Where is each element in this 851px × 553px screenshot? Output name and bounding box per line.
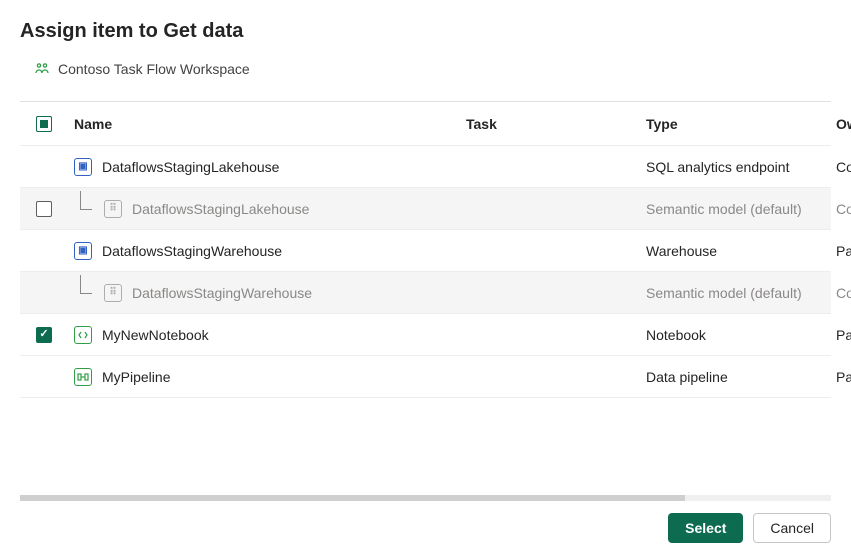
item-type: Semantic model (default)	[640, 193, 830, 225]
workspace-breadcrumb: Contoso Task Flow Workspace	[34, 61, 831, 77]
table-header-row: Name Task Type Ow	[20, 102, 831, 146]
cancel-button[interactable]: Cancel	[753, 513, 831, 543]
table-row[interactable]: ▣ DataflowsStagingLakehouse SQL analytic…	[20, 146, 831, 188]
table-row[interactable]: MyNewNotebook Notebook Pau	[20, 314, 831, 356]
table-row[interactable]: ▣ DataflowsStagingWarehouse Warehouse Pa…	[20, 230, 831, 272]
col-name[interactable]: Name	[68, 108, 460, 140]
item-name: MyPipeline	[102, 369, 170, 385]
row-checkbox[interactable]	[36, 327, 52, 343]
item-name: MyNewNotebook	[102, 327, 209, 343]
item-task	[460, 201, 640, 217]
item-task	[460, 327, 640, 343]
item-type: Notebook	[640, 319, 830, 351]
dialog-footer: Select Cancel	[20, 513, 831, 543]
workspace-icon	[34, 61, 50, 77]
item-type: SQL analytics endpoint	[640, 151, 830, 183]
item-owner: Co	[830, 277, 851, 309]
item-owner: Co	[830, 151, 851, 183]
item-type: Warehouse	[640, 235, 830, 267]
dialog-title: Assign item to Get data	[20, 20, 831, 43]
col-type[interactable]: Type	[640, 108, 830, 140]
table-row[interactable]: MyPipeline Data pipeline Pau	[20, 356, 831, 398]
semantic-model-icon: ⠿	[104, 284, 122, 302]
warehouse-icon: ▣	[74, 242, 92, 260]
item-task	[460, 243, 640, 259]
item-name: DataflowsStagingLakehouse	[132, 201, 309, 217]
pipeline-icon	[74, 368, 92, 386]
item-name: DataflowsStagingWarehouse	[102, 243, 282, 259]
item-task	[460, 285, 640, 301]
item-task	[460, 369, 640, 385]
item-owner: Pau	[830, 361, 851, 393]
workspace-name: Contoso Task Flow Workspace	[58, 61, 250, 77]
notebook-icon	[74, 326, 92, 344]
tree-connector-icon	[74, 283, 94, 303]
lakehouse-icon: ▣	[74, 158, 92, 176]
horizontal-scrollbar[interactable]	[20, 495, 831, 501]
item-name: DataflowsStagingLakehouse	[102, 159, 279, 175]
semantic-model-icon: ⠿	[104, 200, 122, 218]
table-row[interactable]: ⠿ DataflowsStagingLakehouse Semantic mod…	[20, 188, 831, 230]
scrollbar-thumb[interactable]	[20, 495, 685, 501]
item-name: DataflowsStagingWarehouse	[132, 285, 312, 301]
item-type: Data pipeline	[640, 361, 830, 393]
item-type: Semantic model (default)	[640, 277, 830, 309]
items-table: Name Task Type Ow ▣ DataflowsStagingLake…	[20, 101, 831, 398]
table-row[interactable]: ⠿ DataflowsStagingWarehouse Semantic mod…	[20, 272, 831, 314]
item-task	[460, 159, 640, 175]
item-owner: Co	[830, 193, 851, 225]
col-task[interactable]: Task	[460, 108, 640, 140]
tree-connector-icon	[74, 199, 94, 219]
row-checkbox[interactable]	[36, 201, 52, 217]
select-button[interactable]: Select	[668, 513, 743, 543]
select-all-checkbox[interactable]	[36, 116, 52, 132]
item-owner: Pau	[830, 319, 851, 351]
item-owner: Pau	[830, 235, 851, 267]
col-owner[interactable]: Ow	[830, 108, 851, 140]
